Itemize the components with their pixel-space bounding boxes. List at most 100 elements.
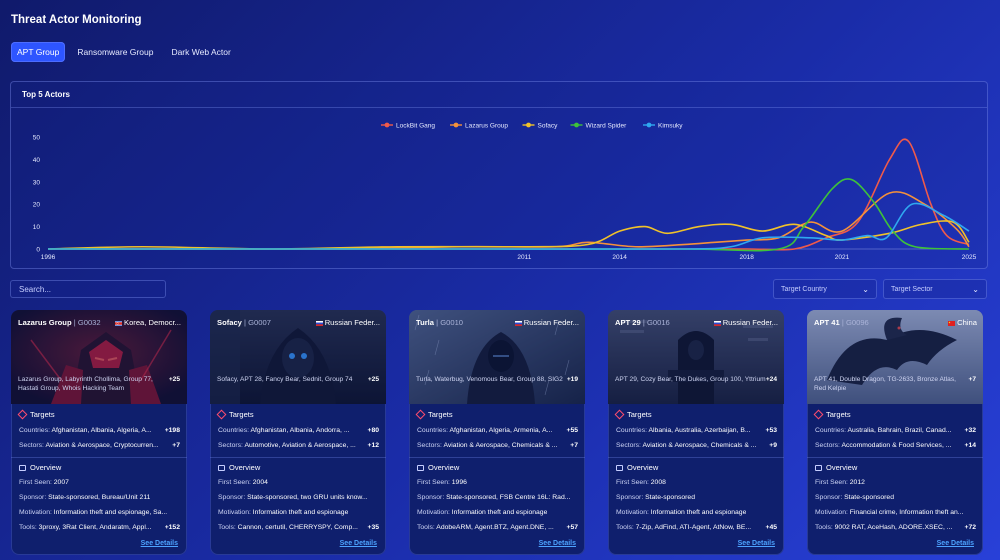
aliases: Lazarus Group, Labyrinth Chollima, Group… xyxy=(18,376,180,393)
sectors-label: Sectors: xyxy=(417,442,442,449)
first-seen-label: First Seen: xyxy=(616,479,649,486)
country-name: Russian Feder... xyxy=(523,318,579,327)
overview-icon xyxy=(218,464,225,471)
sponsor-value: State-sponsored, FSB Centre 16L: Rad... xyxy=(446,494,571,501)
actor-card: Lazarus Group | G0032 Korea, Democr... L… xyxy=(11,310,187,555)
target-sector-select[interactable]: Target Sector ⌄ xyxy=(883,279,987,299)
motivation-row: Motivation: Financial crime, Information… xyxy=(815,509,976,516)
see-details-link[interactable]: See Details xyxy=(539,540,576,547)
sponsor-label: Sponsor: xyxy=(616,494,644,501)
countries-value: Australia, Bahrain, Brazil, Canad... xyxy=(847,427,952,434)
actor-id: G0016 xyxy=(646,318,670,327)
motivation-value: Information theft and espionage xyxy=(650,509,747,516)
see-details-link[interactable]: See Details xyxy=(738,540,775,547)
top-actors-chart-card: Top 5 Actors 0 10 20 30 40 50 1996 2011 2014 2018… xyxy=(10,81,988,269)
legend-swatch-dot xyxy=(453,122,459,128)
sectors-more-count: +14 xyxy=(964,442,976,449)
tab-dark-web-actor[interactable]: Dark Web Actor xyxy=(165,42,236,62)
sectors-value: Aviation & Aerospace, Chemicals & ... xyxy=(443,442,558,449)
sectors-more-count: +7 xyxy=(172,442,180,449)
y-tick-label: 20 xyxy=(33,202,41,209)
x-tick-label: 2025 xyxy=(962,254,977,261)
countries-value: Afghanistan, Albania, Andorra, ... xyxy=(250,427,350,434)
see-details-link[interactable]: See Details xyxy=(340,540,377,547)
search-input[interactable] xyxy=(10,280,166,298)
sponsor-row: Sponsor: State-sponsored xyxy=(616,494,777,501)
overview-heading: Overview xyxy=(19,463,61,472)
flag-icon xyxy=(948,320,956,326)
tab-apt-group[interactable]: APT Group xyxy=(11,42,66,62)
motivation-row: Motivation: Information theft and espion… xyxy=(19,509,180,516)
first-seen-value: 1996 xyxy=(451,479,467,486)
target-icon xyxy=(813,409,824,420)
tools-value: 3proxy, 3Rat Client, Andaratm, Appl... xyxy=(38,524,152,531)
countries-row: Countries: Australia, Bahrain, Brazil, C… xyxy=(815,427,976,434)
aliases-text: APT 41, Double Dragon, TG-2633, Bronze A… xyxy=(814,376,956,392)
first-seen-label: First Seen: xyxy=(218,479,251,486)
overview-label: Overview xyxy=(428,463,460,472)
actor-country: China xyxy=(948,318,977,327)
country-name: China xyxy=(957,318,977,327)
tools-row: Tools: 7-Zip, AdFind, ATI-Agent, AtNow, … xyxy=(616,524,777,531)
targets-heading: Targets xyxy=(216,409,254,420)
divider xyxy=(11,457,187,458)
overview-label: Overview xyxy=(627,463,659,472)
see-details-link[interactable]: See Details xyxy=(141,540,178,547)
actor-id: G0007 xyxy=(248,318,271,327)
countries-label: Countries: xyxy=(616,427,647,434)
target-icon xyxy=(415,409,426,420)
tools-label: Tools: xyxy=(218,524,236,531)
x-tick-label: 2021 xyxy=(835,254,850,261)
sponsor-label: Sponsor: xyxy=(815,494,843,501)
countries-row: Countries: Albania, Australia, Azerbaija… xyxy=(616,427,777,434)
actor-card: Turla | G0010 Russian Feder... Turla, Wa… xyxy=(409,310,585,555)
sponsor-label: Sponsor: xyxy=(417,494,445,501)
sectors-value: Automotive, Aviation & Aerospace, ... xyxy=(244,442,356,449)
first-seen-row: First Seen: 2008 xyxy=(616,479,777,486)
sponsor-row: Sponsor: State-sponsored, Bureau/Unit 21… xyxy=(19,494,180,501)
actor-name: Sofacy xyxy=(217,318,242,327)
actor-card: APT 41 | G0096 China APT 41, Double Drag… xyxy=(807,310,983,555)
sectors-more-count: +12 xyxy=(367,442,379,449)
legend-label: Wizard Spider xyxy=(586,123,628,130)
first-seen-row: First Seen: 2012 xyxy=(815,479,976,486)
line-chart: 0 10 20 30 40 50 1996 2011 2014 2018 2021 2025 LockB… xyxy=(33,122,977,262)
x-tick-label: 1996 xyxy=(41,254,56,261)
countries-more-count: +198 xyxy=(164,427,180,434)
tab-bar: APT Group Ransomware Group Dark Web Acto… xyxy=(11,42,237,62)
aliases: Sofacy, APT 28, Fancy Bear, Sednit, Grou… xyxy=(217,376,379,385)
flag-icon xyxy=(115,320,123,326)
divider xyxy=(807,457,983,458)
actor-name: Lazarus Group xyxy=(18,318,72,327)
sponsor-value: State-sponsored xyxy=(844,494,894,501)
target-country-select[interactable]: Target Country ⌄ xyxy=(773,279,877,299)
tools-more-count: +45 xyxy=(765,524,777,531)
tools-more-count: +72 xyxy=(964,524,976,531)
motivation-label: Motivation: xyxy=(616,509,649,516)
x-tick-label: 2018 xyxy=(739,254,754,261)
sponsor-label: Sponsor: xyxy=(19,494,47,501)
target-icon xyxy=(614,409,625,420)
tools-row: Tools: 9002 RAT, AceHash, ADORE.XSEC, ..… xyxy=(815,524,976,531)
overview-heading: Overview xyxy=(815,463,857,472)
actor-card: APT 29 | G0016 Russian Feder... APT 29, … xyxy=(608,310,784,555)
target-country-label: Target Country xyxy=(781,285,827,293)
actor-country: Russian Feder... xyxy=(713,318,778,327)
tools-label: Tools: xyxy=(815,524,833,531)
aliases-more-count: +7 xyxy=(968,376,976,383)
targets-label: Targets xyxy=(428,410,453,419)
overview-icon xyxy=(417,464,424,471)
tab-ransomware-group[interactable]: Ransomware Group xyxy=(71,42,159,62)
flag-icon xyxy=(514,320,522,326)
overview-label: Overview xyxy=(826,463,858,472)
aliases-more-count: +19 xyxy=(566,376,578,383)
tools-label: Tools: xyxy=(19,524,37,531)
y-tick-label: 30 xyxy=(33,179,41,186)
actor-name: APT 29 xyxy=(615,318,641,327)
page-title: Threat Actor Monitoring xyxy=(11,14,142,26)
actor-country: Russian Feder... xyxy=(514,318,579,327)
first-seen-value: 2007 xyxy=(53,479,69,486)
countries-row: Countries: Afghanistan, Algeria, Armenia… xyxy=(417,427,578,434)
see-details-link[interactable]: See Details xyxy=(937,540,974,547)
sectors-row: Sectors: Automotive, Aviation & Aerospac… xyxy=(218,442,379,449)
